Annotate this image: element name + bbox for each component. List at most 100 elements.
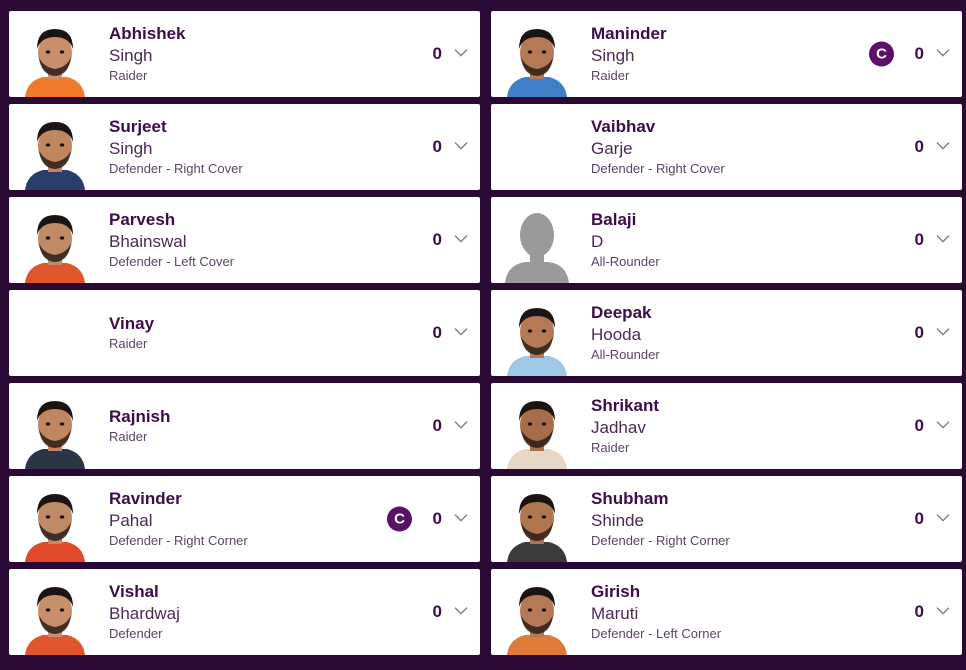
- player-card[interactable]: Parvesh Bhainswal Defender - Left Cover 0: [9, 197, 480, 283]
- player-card[interactable]: Ravinder Pahal Defender - Right Corner C 0: [9, 476, 480, 562]
- player-first-name: Vaibhav: [591, 117, 656, 136]
- player-last-name: Maruti: [591, 604, 639, 623]
- player-info: Ravinder Pahal Defender - Right Corner: [109, 476, 248, 562]
- captain-badge: C: [387, 506, 412, 532]
- chevron-down-icon[interactable]: [936, 46, 950, 60]
- chevron-down-icon[interactable]: [454, 232, 468, 246]
- player-info: Shrikant Jadhav Raider: [591, 383, 659, 469]
- player-last-name: Hooda: [591, 325, 642, 344]
- player-card[interactable]: Deepak Hooda All-Rounder 0: [491, 290, 962, 376]
- player-card[interactable]: Shubham Shinde Defender - Right Corner 0: [491, 476, 962, 562]
- player-role: Defender: [109, 626, 163, 641]
- player-first-name: Vishal: [109, 582, 159, 601]
- player-last-name: D: [591, 232, 604, 251]
- player-score: 0: [914, 416, 924, 435]
- player-photo: [503, 484, 571, 562]
- player-last-name: Garje: [591, 139, 633, 158]
- player-score: 0: [432, 416, 442, 435]
- player-role: Raider: [591, 440, 630, 455]
- chevron-down-icon[interactable]: [936, 604, 950, 618]
- player-card[interactable]: Shrikant Jadhav Raider 0: [491, 383, 962, 469]
- player-score: 0: [914, 137, 924, 156]
- player-first-name: Girish: [591, 582, 641, 601]
- player-last-name: Pahal: [109, 511, 153, 530]
- player-card[interactable]: Rajnish Raider 0: [9, 383, 480, 469]
- player-last-name: Bhainswal: [109, 232, 187, 251]
- player-photo: [21, 484, 89, 562]
- player-role: Raider: [109, 68, 148, 83]
- chevron-down-icon[interactable]: [936, 139, 950, 153]
- player-card[interactable]: Maninder Singh Raider C 0: [491, 11, 962, 97]
- chevron-down-icon[interactable]: [454, 418, 468, 432]
- player-photo: [21, 112, 89, 190]
- captain-badge: C: [869, 41, 894, 67]
- player-info: Vinay Raider: [109, 290, 154, 376]
- player-photo: [503, 391, 571, 469]
- player-photo: [503, 19, 571, 97]
- player-card[interactable]: Vaibhav Garje Defender - Right Cover 0: [491, 104, 962, 190]
- player-info: Balaji D All-Rounder: [591, 197, 660, 283]
- player-card[interactable]: Abhishek Singh Raider 0: [9, 11, 480, 97]
- chevron-down-icon[interactable]: [454, 139, 468, 153]
- player-info: Girish Maruti Defender - Left Corner: [591, 569, 721, 655]
- player-role: Raider: [109, 336, 148, 351]
- player-first-name: Ravinder: [109, 489, 182, 508]
- player-first-name: Rajnish: [109, 407, 171, 426]
- chevron-down-icon[interactable]: [454, 511, 468, 525]
- player-score: 0: [432, 509, 442, 528]
- player-last-name: Singh: [109, 46, 153, 65]
- player-info: Vishal Bhardwaj Defender: [109, 569, 180, 655]
- player-card[interactable]: Vishal Bhardwaj Defender 0: [9, 569, 480, 655]
- player-first-name: Deepak: [591, 303, 652, 322]
- player-info: Rajnish Raider: [109, 383, 170, 469]
- player-score: 0: [432, 323, 442, 342]
- player-info: Shubham Shinde Defender - Right Corner: [591, 476, 730, 562]
- player-score: 0: [432, 230, 442, 249]
- chevron-down-icon[interactable]: [936, 232, 950, 246]
- player-card[interactable]: Vinay Raider 0: [9, 290, 480, 376]
- player-score: 0: [432, 137, 442, 156]
- player-card[interactable]: Girish Maruti Defender - Left Corner 0: [491, 569, 962, 655]
- player-photo: [21, 19, 89, 97]
- player-info: Maninder Singh Raider: [591, 11, 667, 97]
- chevron-down-icon[interactable]: [936, 418, 950, 432]
- player-score: 0: [914, 509, 924, 528]
- player-role: Defender - Right Cover: [591, 161, 725, 176]
- player-info: Parvesh Bhainswal Defender - Left Cover: [109, 197, 234, 283]
- player-photo: [503, 298, 571, 376]
- player-score: 0: [914, 44, 924, 63]
- chevron-down-icon[interactable]: [936, 511, 950, 525]
- player-score: 0: [914, 230, 924, 249]
- player-info: Deepak Hooda All-Rounder: [591, 290, 660, 376]
- player-first-name: Parvesh: [109, 210, 176, 229]
- player-photo: [503, 577, 571, 655]
- chevron-down-icon[interactable]: [454, 46, 468, 60]
- player-info: Vaibhav Garje Defender - Right Cover: [591, 104, 725, 190]
- player-score: 0: [914, 323, 924, 342]
- player-role: All-Rounder: [591, 347, 660, 362]
- player-photo: [21, 577, 89, 655]
- chevron-down-icon[interactable]: [454, 325, 468, 339]
- chevron-down-icon[interactable]: [936, 325, 950, 339]
- player-role: Defender - Right Cover: [109, 161, 243, 176]
- player-silhouette-icon: [503, 205, 571, 283]
- player-first-name: Surjeet: [109, 117, 167, 136]
- player-score: 0: [432, 44, 442, 63]
- player-score: 0: [432, 602, 442, 621]
- player-role: Defender - Right Corner: [109, 533, 248, 548]
- player-last-name: Singh: [109, 139, 153, 158]
- player-photo: [21, 391, 89, 469]
- player-list: Abhishek Singh Raider 0 Maninder Singh Raider…: [9, 11, 962, 655]
- player-first-name: Shrikant: [591, 396, 660, 415]
- player-card[interactable]: Surjeet Singh Defender - Right Cover 0: [9, 104, 480, 190]
- player-last-name: Jadhav: [591, 418, 646, 437]
- player-last-name: Shinde: [591, 511, 644, 530]
- player-role: All-Rounder: [591, 254, 660, 269]
- player-role: Defender - Left Corner: [591, 626, 722, 641]
- player-card[interactable]: Balaji D All-Rounder 0: [491, 197, 962, 283]
- chevron-down-icon[interactable]: [454, 604, 468, 618]
- player-first-name: Abhishek: [109, 24, 186, 43]
- player-info: Abhishek Singh Raider: [109, 11, 186, 97]
- player-photo: [21, 205, 89, 283]
- player-first-name: Maninder: [591, 24, 667, 43]
